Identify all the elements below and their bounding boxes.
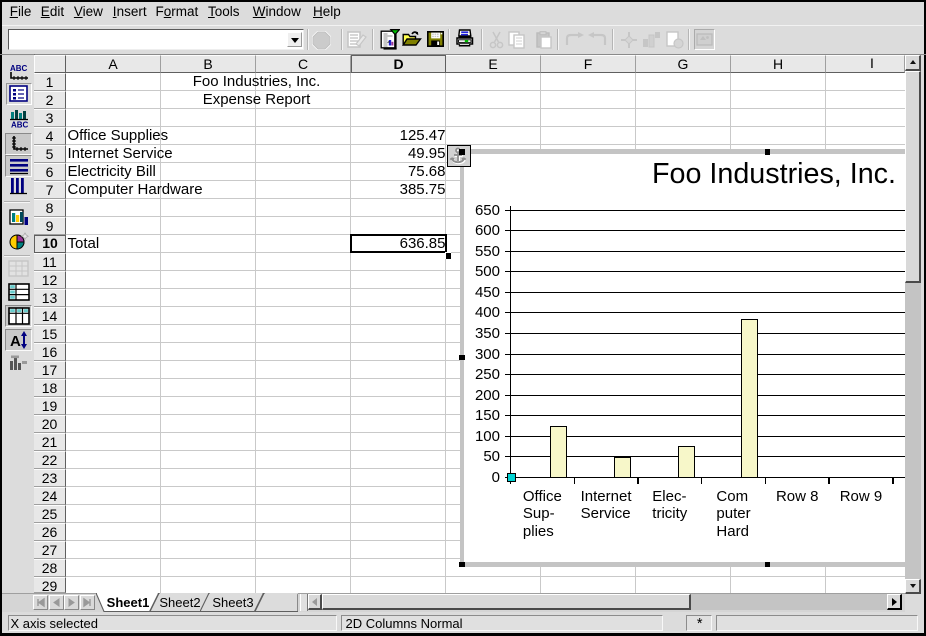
svg-text:A: A xyxy=(10,333,21,350)
svg-text:ABC: ABC xyxy=(11,121,29,129)
svg-text:ABC: ABC xyxy=(10,64,28,73)
